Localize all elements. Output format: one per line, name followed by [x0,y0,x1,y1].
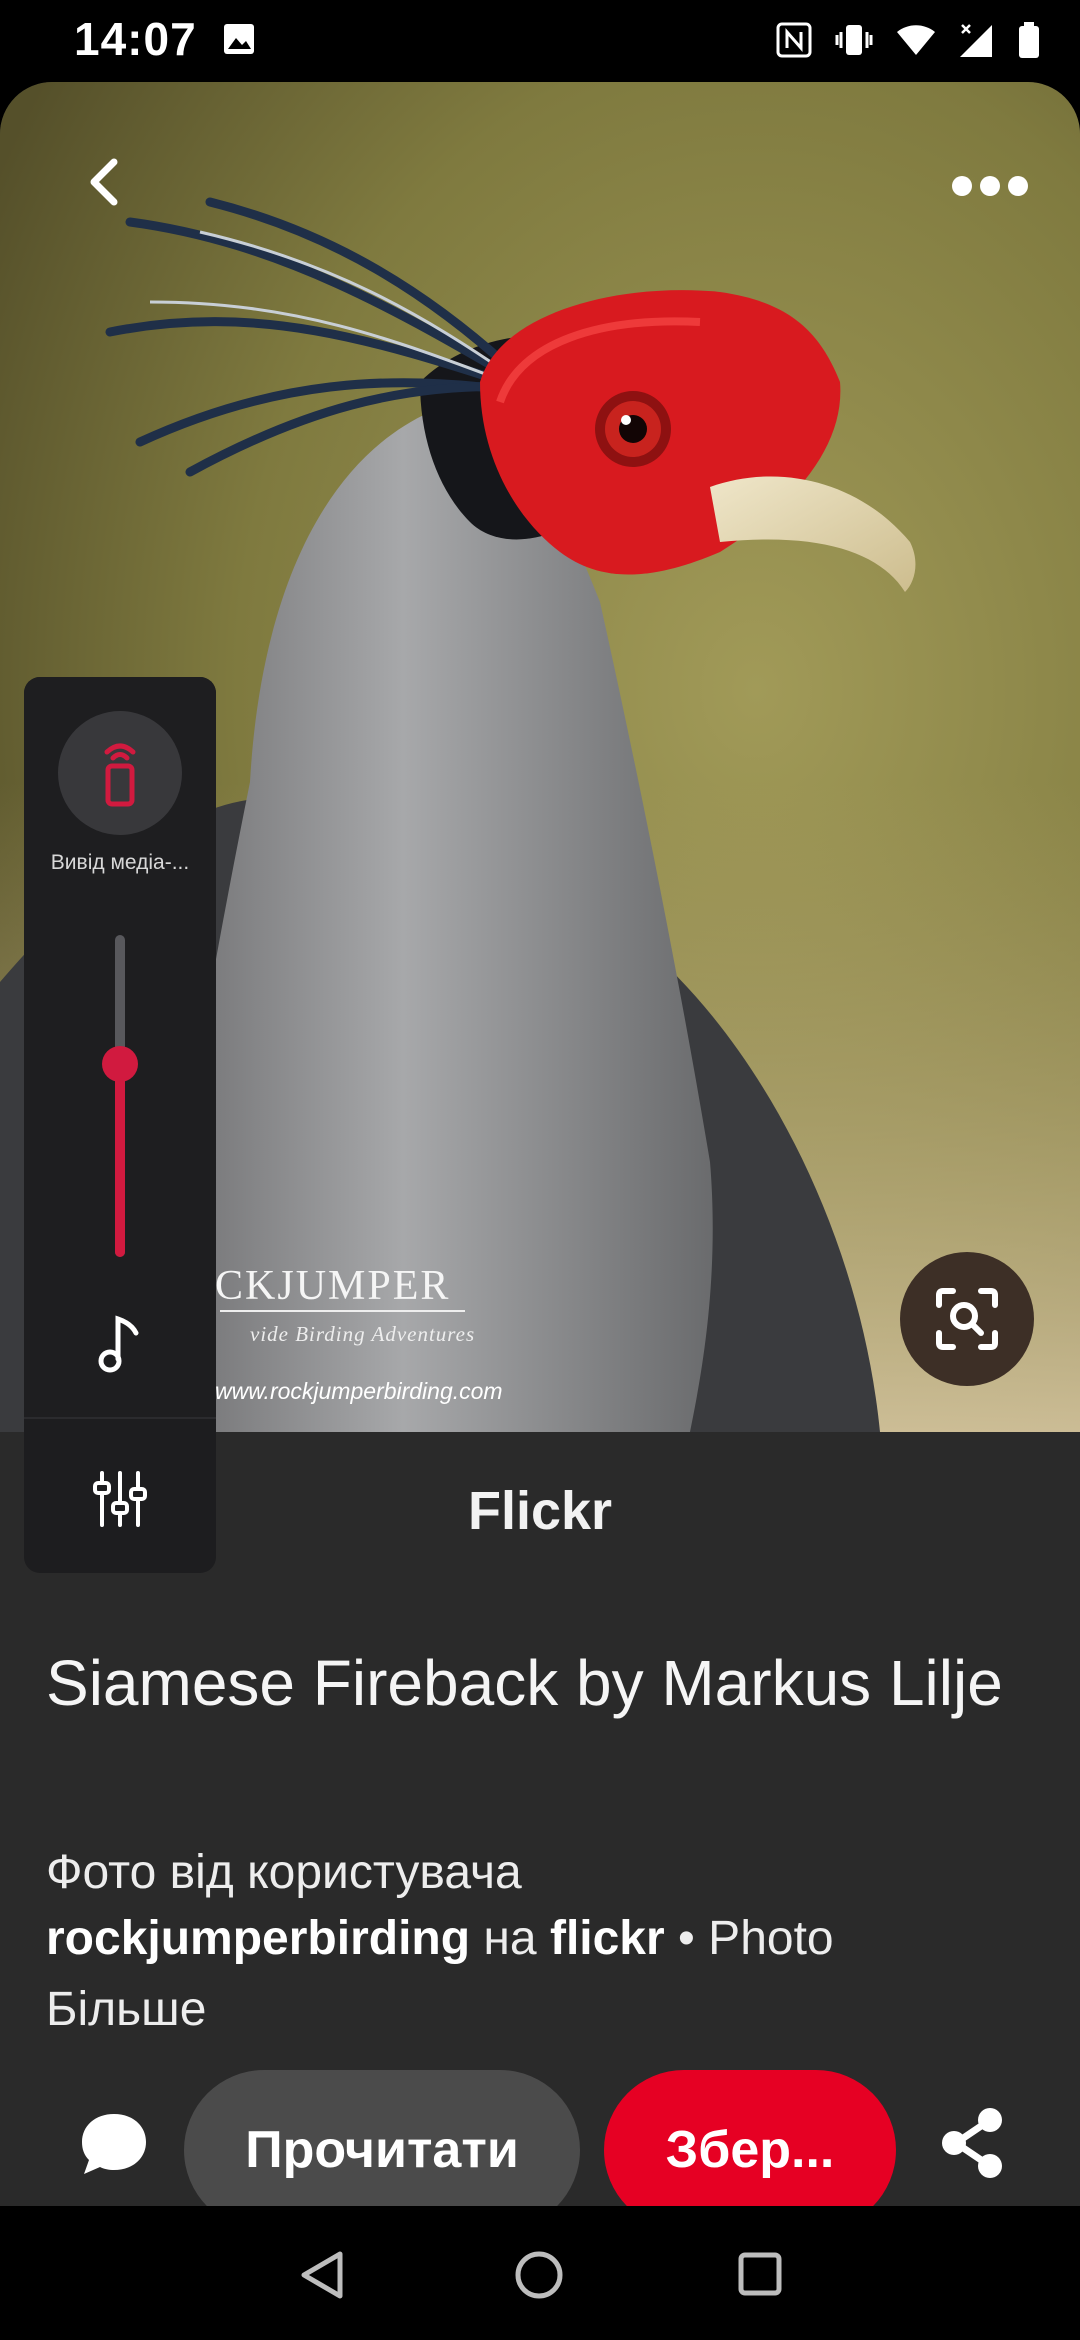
volume-thumb[interactable] [102,1045,138,1082]
description-connector: на [483,1912,537,1965]
watermark-brand: CKJUMPER [215,1263,451,1309]
share-icon[interactable] [938,2106,1008,2180]
wifi-icon [897,25,935,55]
watermark-url: www.rockjumperbirding.com [215,1378,503,1404]
save-button[interactable]: Збер... [604,2070,896,2206]
status-bar: 14:07 [0,0,1080,82]
pin-description: Фото від користувача rockjumperbirding н… [46,1840,1046,1972]
signal-icon [960,24,992,57]
media-output-button[interactable] [58,711,182,835]
pin-title: Siamese Fireback by Markus Lilje [46,1647,1003,1719]
nfc-icon [776,22,812,58]
comment-icon[interactable] [78,2108,150,2180]
music-note-icon[interactable] [94,1313,146,1377]
read-button[interactable]: Прочитати [184,2070,580,2206]
volume-panel-main: Вивід медіа-... [24,677,216,1417]
volume-panel: Вивід медіа-... [24,677,216,1573]
battery-icon [1019,22,1039,58]
phone-cast-icon [104,743,136,807]
description-suffix: • Photo [678,1912,834,1965]
volume-fill [115,1063,125,1257]
more-options-icon[interactable] [950,172,1030,200]
visual-search-icon [936,1288,998,1350]
watermark-divider [220,1310,465,1312]
visual-search-button[interactable] [900,1252,1034,1386]
status-icons [776,16,1040,64]
equalizer-icon[interactable] [90,1469,150,1529]
nav-recents-icon[interactable] [738,2252,782,2296]
volume-divider [24,1417,216,1419]
description-prefix: Фото від користувача [46,1846,522,1899]
gallery-icon [224,24,254,54]
navigation-bar [0,2206,1080,2340]
vibrate-icon [835,25,873,55]
site-link[interactable]: flickr [550,1912,665,1965]
action-bar: Прочитати Збер... [0,2070,1080,2206]
more-link[interactable]: Більше [46,1982,206,2037]
volume-slider[interactable] [115,935,125,1257]
author-link[interactable]: rockjumperbirding [46,1912,470,1965]
watermark-tagline: vide Birding Adventures [250,1322,476,1346]
media-output-label: Вивід медіа-... [50,851,190,874]
status-time: 14:07 [74,13,197,65]
nav-home-icon[interactable] [514,2250,564,2300]
back-button[interactable] [76,152,136,212]
nav-back-icon[interactable] [298,2250,346,2300]
